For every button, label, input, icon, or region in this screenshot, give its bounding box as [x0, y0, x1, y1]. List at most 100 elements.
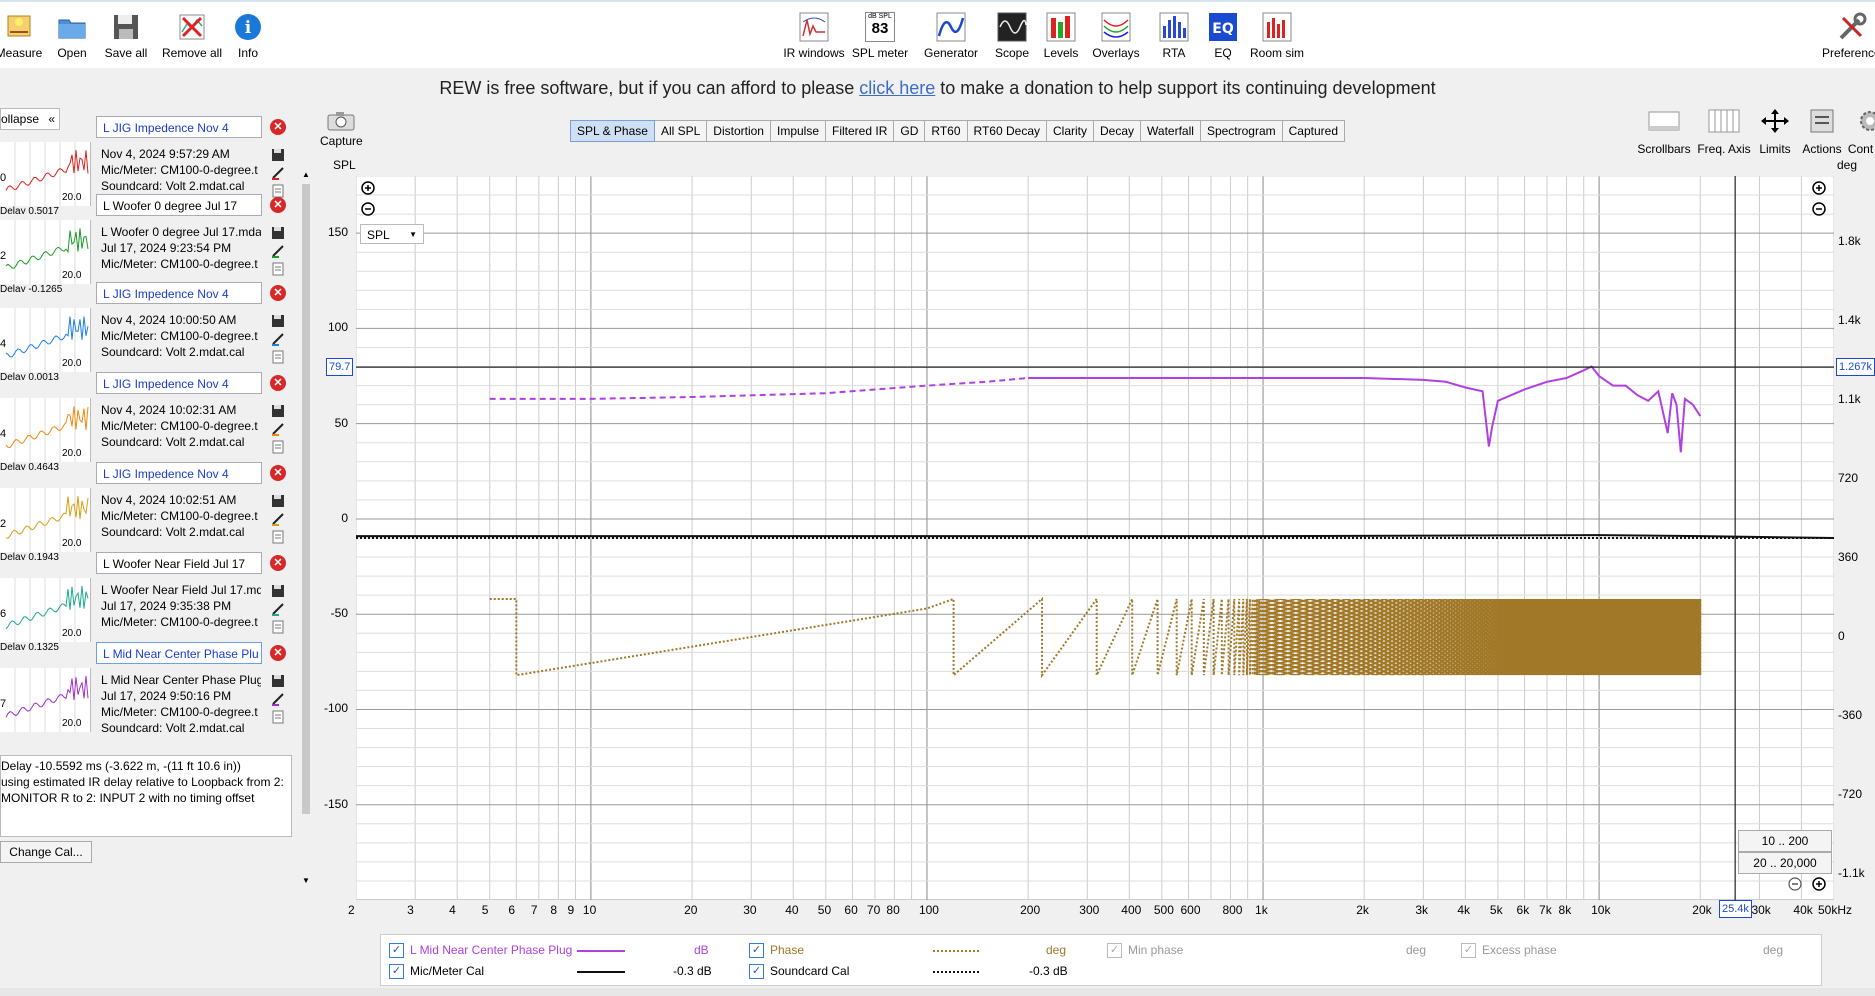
tab-rt60-decay[interactable]: RT60 Decay: [967, 120, 1047, 142]
notes-icon[interactable]: [271, 350, 285, 364]
open-button[interactable]: Open: [52, 12, 92, 60]
checkbox-icon[interactable]: ✓: [1461, 943, 1476, 959]
info-button[interactable]: i Info: [233, 12, 263, 60]
measure-button[interactable]: Measure: [0, 12, 44, 60]
save-measurement-icon[interactable]: [271, 404, 285, 418]
notes-icon[interactable]: [271, 530, 285, 544]
trace-color-icon[interactable]: [271, 166, 285, 180]
trace-color-icon[interactable]: [271, 692, 285, 706]
zoom-out-y-left-icon[interactable]: [361, 202, 375, 219]
range-10-200-button[interactable]: 10 .. 200: [1738, 830, 1832, 852]
measurement-name[interactable]: L Woofer 0 degree Jul 17: [96, 194, 262, 216]
notes-icon[interactable]: [271, 710, 285, 724]
levels-button[interactable]: Levels: [1043, 12, 1079, 60]
zoom-out-y-right-icon[interactable]: [1812, 202, 1826, 219]
notes-icon[interactable]: [271, 262, 285, 276]
checkbox-icon[interactable]: ✓: [389, 943, 404, 959]
legend-item-l-mid[interactable]: ✓ L Mid Near Center Phase Plug: [389, 943, 572, 959]
zoom-in-y-right-icon[interactable]: [1812, 181, 1826, 198]
notes-icon[interactable]: [271, 440, 285, 454]
spl-dropdown[interactable]: SPL ▼: [360, 224, 424, 244]
tab-spl-phase[interactable]: SPL & Phase: [570, 120, 655, 142]
actions-button[interactable]: Actions: [1800, 108, 1844, 156]
tab-captured[interactable]: Captured: [1282, 120, 1346, 142]
tab-waterfall[interactable]: Waterfall: [1141, 120, 1201, 142]
remove-measurement-icon[interactable]: ✕: [270, 645, 286, 661]
measurement-item[interactable]: L JIG Impedence Nov 4 Nov 4, 2024 10:02:3…: [0, 368, 296, 470]
remove-measurement-icon[interactable]: ✕: [270, 285, 286, 301]
preferences-button[interactable]: Preferences: [1822, 12, 1875, 60]
save-measurement-icon[interactable]: [271, 226, 285, 240]
rta-button[interactable]: RTA: [1156, 12, 1192, 60]
legend-item-excess-phase[interactable]: ✓ Excess phase: [1461, 943, 1557, 959]
save-all-button[interactable]: Save all: [103, 12, 149, 60]
eq-button[interactable]: EQ EQ: [1208, 12, 1238, 60]
checkbox-icon[interactable]: ✓: [389, 964, 404, 980]
legend-item-phase[interactable]: ✓ Phase: [749, 943, 804, 959]
remove-measurement-icon[interactable]: ✕: [270, 555, 286, 571]
notes-icon[interactable]: [271, 620, 285, 634]
spl-phase-graph[interactable]: [356, 176, 1834, 900]
scrollbars-button[interactable]: Scrollbars: [1636, 108, 1692, 156]
generator-button[interactable]: Generator: [923, 12, 979, 60]
save-measurement-icon[interactable]: [271, 674, 285, 688]
scrollbar-thumb[interactable]: [302, 184, 310, 814]
trace-color-icon[interactable]: [271, 422, 285, 436]
checkbox-icon[interactable]: ✓: [749, 943, 764, 959]
change-cal-button[interactable]: Change Cal...: [0, 841, 92, 863]
measurements-scrollbar[interactable]: ▲ ▼: [300, 170, 312, 885]
zoom-in-y-left-icon[interactable]: [361, 181, 375, 198]
ir-windows-button[interactable]: IR windows: [781, 12, 847, 60]
save-measurement-icon[interactable]: [271, 494, 285, 508]
remove-measurement-icon[interactable]: ✕: [270, 465, 286, 481]
measurement-name[interactable]: L JIG Impedence Nov 4: [96, 282, 262, 304]
save-measurement-icon[interactable]: [271, 148, 285, 162]
tab-distortion[interactable]: Distortion: [707, 120, 771, 142]
measurement-item[interactable]: L JIG Impedence Nov 4 Nov 4, 2024 10:00:5…: [0, 278, 296, 380]
zoom-in-x-icon[interactable]: [1812, 877, 1826, 894]
limits-button[interactable]: Limits: [1756, 108, 1794, 156]
save-measurement-icon[interactable]: [271, 584, 285, 598]
capture-button[interactable]: Capture: [320, 110, 363, 148]
trace-color-icon[interactable]: [271, 244, 285, 258]
measurement-name[interactable]: L Mid Near Center Phase Plu: [96, 642, 262, 664]
remove-measurement-icon[interactable]: ✕: [270, 119, 286, 135]
range-20-20000-button[interactable]: 20 .. 20,000: [1738, 852, 1832, 874]
legend-item-soundcard-cal[interactable]: ✓ Soundcard Cal: [749, 964, 849, 980]
trace-color-icon[interactable]: [271, 332, 285, 346]
room-sim-button[interactable]: Room sim: [1248, 12, 1306, 60]
tab-impulse[interactable]: Impulse: [770, 120, 827, 142]
tab-decay[interactable]: Decay: [1094, 120, 1142, 142]
measurement-name[interactable]: L JIG Impedence Nov 4: [96, 462, 262, 484]
legend-item-min-phase[interactable]: ✓ Min phase: [1107, 943, 1183, 959]
measurement-item[interactable]: L JIG Impedence Nov 4 Nov 4, 2024 10:02:5…: [0, 458, 296, 560]
tab-clarity[interactable]: Clarity: [1047, 120, 1095, 142]
save-measurement-icon[interactable]: [271, 314, 285, 328]
remove-all-button[interactable]: Remove all: [160, 12, 224, 60]
controls-button[interactable]: Cont: [1846, 108, 1875, 156]
measurement-name[interactable]: L Woofer Near Field Jul 17: [96, 552, 262, 574]
legend-item-mic-meter-cal[interactable]: ✓ Mic/Meter Cal: [389, 964, 484, 980]
tab-rt60[interactable]: RT60: [925, 120, 968, 142]
checkbox-icon[interactable]: ✓: [749, 964, 764, 980]
tab-spectrogram[interactable]: Spectrogram: [1200, 120, 1283, 142]
measurement-item[interactable]: L JIG Impedence Nov 4 Nov 4, 2024 9:57:29…: [0, 108, 296, 214]
checkbox-icon[interactable]: ✓: [1107, 943, 1122, 959]
remove-measurement-icon[interactable]: ✕: [270, 197, 286, 213]
measurement-name[interactable]: L JIG Impedence Nov 4: [96, 116, 262, 138]
scope-button[interactable]: Scope: [994, 12, 1030, 60]
tab-gd[interactable]: GD: [894, 120, 926, 142]
overlays-button[interactable]: Overlays: [1091, 12, 1141, 60]
measurement-item[interactable]: L Mid Near Center Phase Plu L Mid Near Ce…: [0, 638, 296, 735]
measurement-item[interactable]: L Woofer Near Field Jul 17 L Woofer Near …: [0, 548, 296, 650]
tab-filtered-ir[interactable]: Filtered IR: [826, 120, 895, 142]
remove-measurement-icon[interactable]: ✕: [270, 375, 286, 391]
trace-color-icon[interactable]: [271, 602, 285, 616]
trace-color-icon[interactable]: [271, 512, 285, 526]
freq-axis-button[interactable]: Freq. Axis: [1696, 108, 1752, 156]
measurement-item[interactable]: L Woofer 0 degree Jul 17 L Woofer 0 degre…: [0, 190, 296, 292]
spl-meter-button[interactable]: dB SPL 83 SPL meter: [851, 12, 909, 60]
donate-link[interactable]: click here: [859, 78, 935, 98]
measurement-notes[interactable]: Delay -10.5592 ms (-3.622 m, -(11 ft 10.…: [0, 755, 292, 837]
measurement-name[interactable]: L JIG Impedence Nov 4: [96, 372, 262, 394]
